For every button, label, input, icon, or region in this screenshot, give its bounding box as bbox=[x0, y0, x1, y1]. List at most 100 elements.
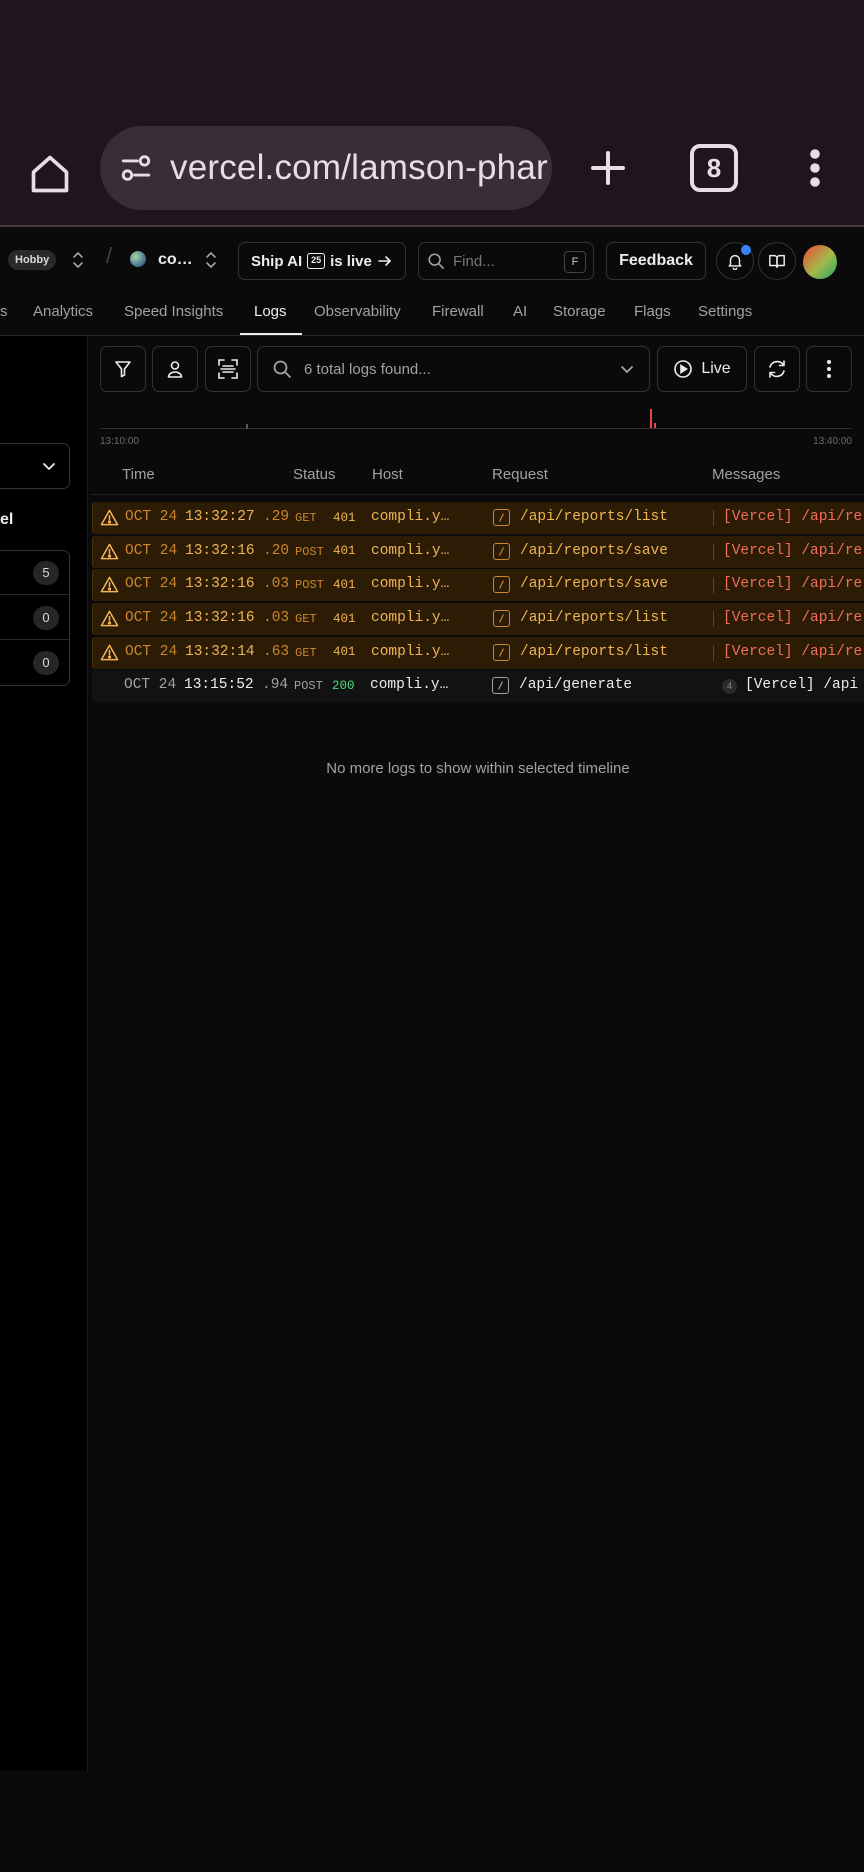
column-header-host[interactable]: Host bbox=[372, 466, 403, 483]
message-count-badge: 4 bbox=[722, 679, 737, 695]
log-method: POST bbox=[295, 544, 324, 559]
tab-ai[interactable]: AI bbox=[513, 303, 527, 320]
find-input[interactable]: Find... F bbox=[418, 242, 594, 280]
timeline-histogram[interactable]: 13:10:00 13:40:00 bbox=[100, 405, 852, 450]
user-icon bbox=[167, 361, 183, 378]
log-search-input[interactable]: 6 total logs found... bbox=[257, 346, 650, 392]
warning-icon bbox=[100, 644, 119, 661]
tab-deployments-partial[interactable]: s bbox=[0, 303, 8, 320]
function-icon bbox=[493, 509, 510, 526]
log-time-ms: .94 bbox=[262, 677, 289, 694]
tab-logs[interactable]: Logs bbox=[254, 303, 287, 320]
logs-table-header: Time Status Host Request Messages bbox=[90, 455, 864, 495]
arrow-right-icon bbox=[378, 256, 391, 266]
ship-ai-prefix: Ship AI bbox=[251, 252, 303, 270]
function-icon bbox=[493, 610, 510, 628]
tab-flags[interactable]: Flags bbox=[634, 303, 671, 320]
log-row[interactable]: OCT 24 13:32:16 .03 GET 401 compli.y… /a… bbox=[92, 603, 864, 636]
chevron-updown-icon[interactable] bbox=[204, 249, 218, 271]
log-host: compli.y… bbox=[371, 509, 450, 525]
more-options-button[interactable] bbox=[806, 346, 852, 392]
warning-icon bbox=[100, 610, 119, 627]
level-filter-list: 5 0 0 bbox=[0, 550, 70, 686]
browser-menu-button[interactable] bbox=[790, 138, 840, 198]
log-host: compli.y… bbox=[371, 542, 450, 559]
active-tab-indicator bbox=[240, 333, 302, 335]
feedback-button[interactable]: Feedback bbox=[606, 242, 706, 280]
user-avatar[interactable] bbox=[803, 245, 837, 279]
log-request-path: /api/reports/list bbox=[520, 643, 668, 660]
log-status-code: 401 bbox=[333, 645, 356, 660]
project-name[interactable]: co… bbox=[158, 251, 193, 269]
notification-dot bbox=[741, 245, 751, 255]
function-icon bbox=[493, 542, 510, 560]
ship-ai-banner-button[interactable]: Ship AI 25 is live bbox=[238, 242, 406, 280]
log-status-code: 401 bbox=[333, 510, 356, 525]
log-row[interactable]: OCT 24 13:32:27 .29 GET 401 compli.y… /a… bbox=[92, 502, 864, 534]
log-message: [Vercel] /api/re bbox=[723, 610, 863, 627]
scan-icon bbox=[218, 359, 238, 379]
log-search-placeholder: 6 total logs found... bbox=[304, 360, 431, 378]
plan-badge: Hobby bbox=[8, 250, 57, 270]
tab-speed-insights[interactable]: Speed Insights bbox=[124, 303, 223, 320]
tab-analytics[interactable]: Analytics bbox=[33, 303, 93, 320]
notifications-button[interactable] bbox=[716, 242, 754, 280]
log-row[interactable]: OCT 24 13:32:16 .03 POST 401 compli.y… /… bbox=[92, 569, 864, 602]
user-filter-button[interactable] bbox=[152, 346, 198, 392]
warning-icon bbox=[100, 509, 119, 526]
log-message: [Vercel] /api/re bbox=[723, 542, 863, 559]
level-filter-item[interactable]: 0 bbox=[0, 641, 69, 685]
filter-button[interactable] bbox=[100, 346, 146, 392]
filter-select[interactable] bbox=[0, 443, 70, 489]
log-date: OCT 24 bbox=[125, 610, 178, 627]
timeline-axis bbox=[100, 428, 852, 429]
log-row[interactable]: OCT 24 13:32:16 .20 POST 401 compli.y… /… bbox=[92, 535, 864, 568]
status-bar bbox=[0, 0, 864, 110]
log-request-path: /api/reports/list bbox=[520, 610, 668, 627]
tab-settings[interactable]: Settings bbox=[698, 303, 752, 320]
message-divider bbox=[713, 543, 714, 560]
log-method: POST bbox=[295, 578, 324, 593]
log-message: [Vercel] /api/re bbox=[723, 643, 863, 660]
timeline-tick bbox=[246, 424, 248, 429]
level-filter-item[interactable]: 5 bbox=[0, 551, 69, 595]
log-time: 13:32:16 bbox=[185, 576, 255, 593]
ship-ai-badge: 25 bbox=[307, 253, 326, 269]
timeline-end-label: 13:40:00 bbox=[813, 436, 852, 447]
tab-observability[interactable]: Observability bbox=[314, 303, 401, 320]
chevron-updown-icon[interactable] bbox=[71, 249, 85, 271]
chevron-down-icon[interactable] bbox=[619, 363, 635, 377]
level-filter-item[interactable]: 0 bbox=[0, 596, 69, 640]
log-message: [Vercel] /api/re bbox=[723, 576, 863, 593]
message-divider bbox=[713, 577, 714, 594]
home-button[interactable] bbox=[22, 146, 78, 202]
new-tab-button[interactable] bbox=[578, 138, 638, 198]
log-request-path: /api/reports/save bbox=[520, 576, 668, 593]
tab-switcher-button[interactable]: 8 bbox=[690, 144, 738, 192]
log-request-path: /api/reports/save bbox=[520, 542, 668, 559]
column-header-time[interactable]: Time bbox=[122, 466, 155, 483]
log-date: OCT 24 bbox=[125, 576, 178, 593]
column-header-request[interactable]: Request bbox=[492, 466, 548, 483]
column-header-messages[interactable]: Messages bbox=[712, 466, 780, 483]
app-header: Hobby / co… Ship AI 25 is live Find... F… bbox=[0, 229, 864, 291]
log-row[interactable]: OCT 24 13:15:52 .94 POST 200 compli.y… /… bbox=[92, 670, 864, 703]
log-row[interactable]: OCT 24 13:32:14 .63 GET 401 compli.y… /a… bbox=[92, 636, 864, 669]
breadcrumb-separator: / bbox=[106, 243, 113, 268]
site-settings-icon[interactable] bbox=[116, 148, 156, 188]
log-method: GET bbox=[295, 612, 317, 627]
timeline-start-label: 13:10:00 bbox=[100, 436, 139, 447]
count-badge: 5 bbox=[33, 561, 59, 585]
log-time-ms: .29 bbox=[263, 509, 290, 525]
scan-button[interactable] bbox=[205, 346, 251, 392]
log-request-path: /api/generate bbox=[519, 677, 633, 694]
play-circle-icon bbox=[674, 360, 693, 378]
docs-button[interactable] bbox=[758, 242, 796, 280]
address-bar[interactable]: vercel.com/lamson-phar bbox=[100, 126, 552, 210]
live-button[interactable]: Live bbox=[657, 346, 747, 392]
refresh-button[interactable] bbox=[754, 346, 800, 392]
column-header-status[interactable]: Status bbox=[293, 466, 336, 483]
count-badge: 0 bbox=[33, 606, 59, 630]
tab-firewall[interactable]: Firewall bbox=[432, 303, 484, 320]
tab-storage[interactable]: Storage bbox=[553, 303, 606, 320]
